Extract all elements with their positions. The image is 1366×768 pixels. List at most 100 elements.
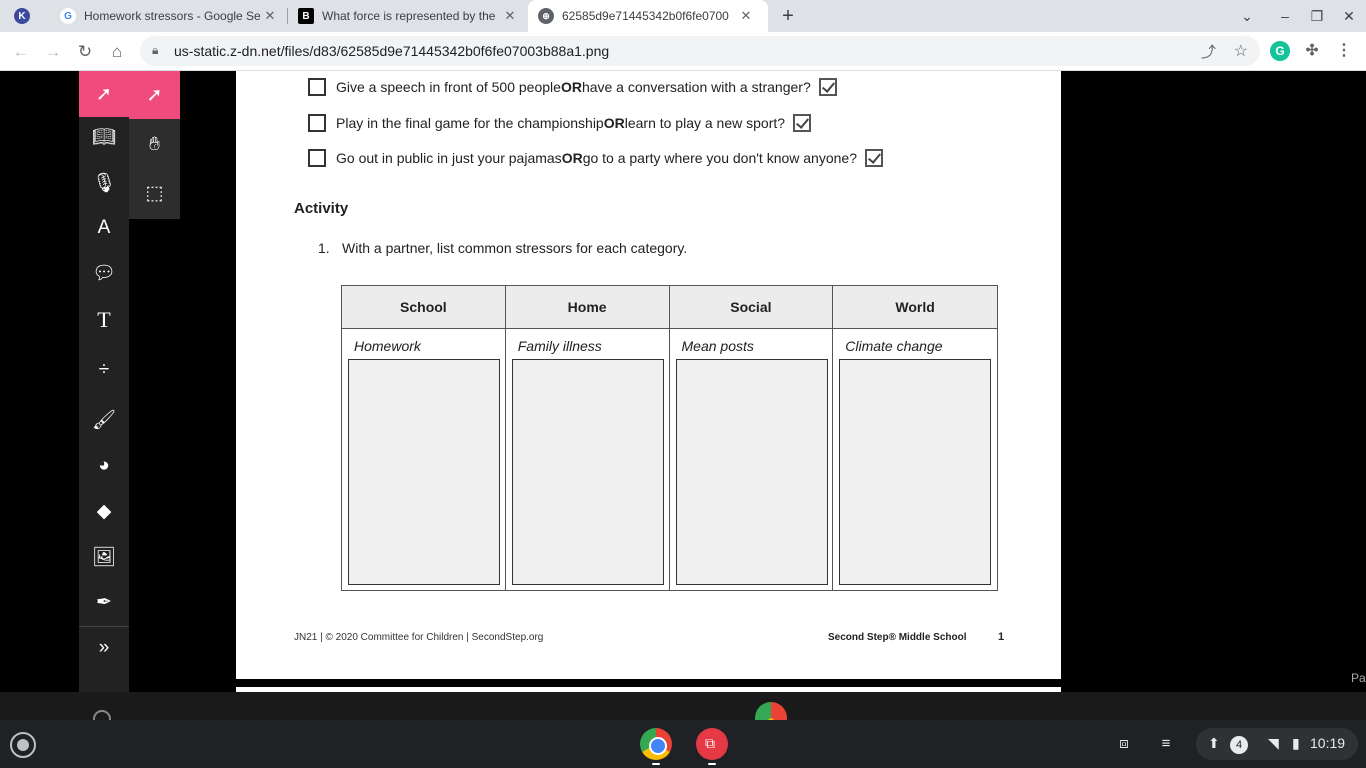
activity-instruction: 1. With a partner, list common stressors … xyxy=(318,240,687,256)
address-bar[interactable]: 🔒︎ us-static.z-dn.net/files/d83/62585d9e… xyxy=(140,36,1260,66)
activity-heading: Activity xyxy=(294,200,349,217)
shapes-icon[interactable]: ◕ xyxy=(79,443,129,489)
notification-count-badge: 4 xyxy=(1230,735,1248,754)
dictionary-book-icon[interactable]: 📖︎ xyxy=(79,114,129,160)
bookmark-star-icon[interactable]: ☆ xyxy=(1234,41,1248,61)
footer-program: Second Step® Middle School xyxy=(828,632,967,643)
globe-icon: ⊕ xyxy=(538,8,554,24)
table-column-home: Home Family illness xyxy=(505,286,670,590)
question-or: OR xyxy=(561,150,583,166)
close-icon[interactable]: ✕ xyxy=(262,8,278,24)
chrome-app-icon[interactable] xyxy=(640,728,672,760)
close-icon[interactable]: ✕ xyxy=(502,8,518,24)
checkbox[interactable] xyxy=(308,149,326,167)
page-viewport: Give a speech in front of 500 people OR … xyxy=(0,71,1366,692)
tab-google-search[interactable]: G Homework stressors - Google Se ✕ xyxy=(52,0,284,32)
chromeos-shelf: ⧉ ⧈ ≡ ⬆ 4 ◥ ▮ 10:19 xyxy=(0,720,1366,768)
answer-box[interactable] xyxy=(511,359,664,585)
signature-pen-icon[interactable]: ✒︎ xyxy=(79,579,129,625)
column-header: School xyxy=(342,286,505,329)
tab-title: Homework stressors - Google Se xyxy=(84,9,261,23)
equation-divide-icon[interactable]: ÷ xyxy=(79,347,129,393)
url-text: us-static.z-dn.net/files/d83/62585d9e714… xyxy=(174,43,610,59)
minimize-button[interactable]: – xyxy=(1270,0,1300,32)
question-text-before: Play in the final game for the champions… xyxy=(336,115,604,131)
checkbox[interactable] xyxy=(308,114,326,132)
pan-hand-icon[interactable]: ✋︎ xyxy=(129,121,180,169)
instruction-text: With a partner, list common stressors fo… xyxy=(342,240,688,256)
tab-kami[interactable]: K xyxy=(14,0,42,32)
question-or: OR xyxy=(603,115,625,131)
column-example: Climate change xyxy=(845,338,943,354)
window-close-button[interactable]: ✕ xyxy=(1334,0,1364,32)
home-button[interactable]: ⌂ xyxy=(104,39,130,65)
instruction-number: 1. xyxy=(318,240,330,256)
tab-search-chevron-icon[interactable]: ⌄ xyxy=(1232,0,1262,32)
brainly-favicon-icon: B xyxy=(298,8,314,24)
column-example: Homework xyxy=(354,338,421,354)
close-icon[interactable]: ✕ xyxy=(738,8,754,24)
chrome-menu-icon[interactable]: ⋮ xyxy=(1334,41,1354,61)
checkbox[interactable] xyxy=(308,78,326,96)
new-tab-button[interactable]: + xyxy=(778,4,798,28)
battery-icon: ▮ xyxy=(1292,735,1300,751)
column-header: World xyxy=(833,286,997,329)
extensions-puzzle-icon[interactable]: ✣ xyxy=(1302,41,1322,61)
running-indicator xyxy=(708,763,716,765)
partial-launcher-icon xyxy=(93,710,111,720)
kami-app-icon[interactable]: ⧉ xyxy=(696,728,728,760)
question-or: OR xyxy=(560,79,582,95)
tab-separator xyxy=(287,8,288,24)
highlight-markup-icon[interactable]: A xyxy=(79,205,129,251)
clock-time: 10:19 xyxy=(1310,735,1346,751)
partial-shelf-strip xyxy=(0,692,1366,720)
tab-title: What force is represented by the xyxy=(322,9,496,23)
text-tool-icon[interactable]: T xyxy=(79,297,129,343)
tab-active-image[interactable]: ⊕ 62585d9e71445342b0f6fe0700 ✕ xyxy=(528,0,768,32)
text-to-speech-icon[interactable]: 🎙︎ xyxy=(79,160,129,206)
comment-icon[interactable]: 💬︎ xyxy=(79,250,129,296)
launcher-button[interactable] xyxy=(10,732,36,758)
clipboard-icon[interactable]: ≡ xyxy=(1154,732,1178,756)
question-text-after: have a conversation with a stranger? xyxy=(581,79,811,95)
answer-box[interactable] xyxy=(839,359,992,585)
partial-side-text: Pa xyxy=(1351,671,1366,685)
column-header: Social xyxy=(669,286,833,329)
question-item: Go out in public in just your pajamas OR… xyxy=(308,148,883,168)
partial-chrome-icon xyxy=(755,702,787,720)
answer-box[interactable] xyxy=(348,359,500,585)
back-button[interactable]: ← xyxy=(8,39,34,65)
wifi-icon: ◥ xyxy=(1268,735,1279,751)
reload-button[interactable]: ↻ xyxy=(72,39,98,65)
eraser-icon[interactable]: ◆ xyxy=(79,488,129,534)
grammarly-extension-icon[interactable]: G xyxy=(1270,41,1290,61)
tab-title: 62585d9e71445342b0f6fe0700 xyxy=(562,9,729,23)
kami-logo-icon: ⧉ xyxy=(705,735,715,751)
tab-strip: K G Homework stressors - Google Se ✕ B W… xyxy=(0,0,1366,32)
question-text-after: learn to play a new sport? xyxy=(624,115,786,131)
drawing-brush-icon[interactable]: 🖌︎ xyxy=(79,397,129,443)
kami-select-submenu: ➚ ✋︎ ⬚ xyxy=(129,71,180,219)
running-indicator xyxy=(652,763,660,765)
expand-chevrons-icon[interactable]: » xyxy=(79,625,129,671)
notification-count: 4 xyxy=(1230,736,1248,754)
forward-button[interactable]: → xyxy=(40,39,66,65)
table-column-world: World Climate change xyxy=(833,286,997,590)
select-arrow-icon[interactable]: ➚ xyxy=(129,71,180,119)
share-icon[interactable]: ⤴ xyxy=(1201,41,1216,62)
checked-box-icon xyxy=(793,114,812,132)
holding-space-icon[interactable]: ⧈ xyxy=(1112,732,1136,756)
select-arrow-icon[interactable]: ➚ xyxy=(79,71,129,117)
restore-button[interactable]: ❐ xyxy=(1302,0,1332,32)
area-select-icon[interactable]: ⬚ xyxy=(129,169,180,217)
google-favicon-icon: G xyxy=(60,8,76,24)
table-column-school: School Homework xyxy=(342,286,506,590)
kami-favicon-icon: K xyxy=(14,8,30,24)
question-item: Play in the final game for the champions… xyxy=(308,113,812,133)
lock-icon[interactable]: 🔒︎ xyxy=(152,43,158,58)
answer-box[interactable] xyxy=(675,359,828,585)
table-column-social: Social Mean posts xyxy=(669,286,834,590)
add-image-icon[interactable]: 🖼︎ xyxy=(79,534,129,580)
status-area[interactable]: ⬆ 4 ◥ ▮ 10:19 xyxy=(1196,728,1358,760)
tab-brainly[interactable]: B What force is represented by the ✕ xyxy=(290,0,526,32)
